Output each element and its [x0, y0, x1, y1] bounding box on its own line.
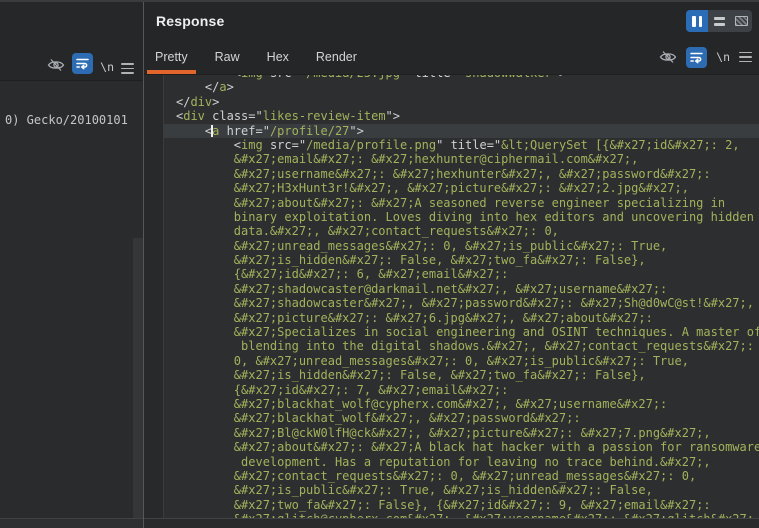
code-line[interactable]: &#x27;unread_messages&#x27;: 0, &#x27;is…	[144, 239, 759, 253]
code-line[interactable]: &#x27;glitch@cypherx.com&#x27;, &#x27;us…	[144, 512, 759, 518]
visibility-toggle-button[interactable]	[659, 48, 677, 66]
code-line[interactable]: development. Has a reputation for leavin…	[144, 455, 759, 469]
tab-raw[interactable]: Raw	[207, 40, 248, 74]
code-line[interactable]: &#x27;two_fa&#x27;: False}, {&#x27;id&#x…	[144, 498, 759, 512]
columns-layout-icon	[692, 16, 696, 27]
tabs-layout-icon	[735, 16, 748, 26]
code-line[interactable]: &#x27;blackhat_wolf@cypherx.com&#x27;, &…	[144, 397, 759, 411]
nonprintable-toggle-button[interactable]: \n	[716, 50, 730, 64]
response-code-lines: <img src="/media/25.jpg" title="shadowwa…	[144, 75, 759, 518]
word-wrap-icon	[689, 50, 704, 65]
code-line[interactable]: &#x27;is_hidden&#x27;: False, &#x27;two_…	[144, 368, 759, 382]
tab-render[interactable]: Render	[308, 40, 365, 74]
tab-pretty[interactable]: Pretty	[147, 40, 196, 74]
code-line[interactable]: &#x27;about&#x27;: &#x27;A seasoned reve…	[144, 196, 759, 210]
code-line[interactable]: &#x27;picture&#x27;: &#x27;6.jpg&#x27;, …	[144, 311, 759, 325]
code-line[interactable]: &#x27;shadowcaster&#x27;, &#x27;password…	[144, 296, 759, 310]
word-wrap-icon	[75, 56, 90, 71]
response-panel: Response Pretty Raw Hex Render	[144, 2, 759, 528]
eye-off-icon	[659, 48, 677, 66]
nonprintable-toggle-button[interactable]: \n	[100, 60, 114, 74]
code-line[interactable]: <a href="/profile/27">	[144, 124, 759, 138]
visibility-toggle-button[interactable]	[47, 56, 65, 74]
code-line[interactable]: <div class="likes-review-item">	[144, 109, 759, 123]
request-footer-strip	[0, 518, 143, 528]
editor-menu-button[interactable]	[121, 63, 134, 74]
code-line[interactable]: &#x27;username&#x27;: &#x27;hexhunter&#x…	[144, 167, 759, 181]
code-line[interactable]: data.&#x27;, &#x27;contact_requests&#x27…	[144, 224, 759, 238]
code-line[interactable]: blending into the digital shadows.&#x27;…	[144, 339, 759, 353]
code-line[interactable]: &#x27;H3xHunt3r!&#x27;, &#x27;picture&#x…	[144, 181, 759, 195]
code-line[interactable]: {&#x27;id&#x27;: 6, &#x27;email&#x27;:	[144, 267, 759, 281]
response-header: Response	[144, 2, 759, 40]
layout-rows-button[interactable]	[708, 10, 730, 32]
code-line[interactable]: &#x27;blackhat_wolf&#x27;, &#x27;passwor…	[144, 411, 759, 425]
request-toolbar: \n	[0, 2, 143, 81]
wrap-toggle-button[interactable]	[686, 47, 707, 68]
response-tab-bar: Pretty Raw Hex Render	[144, 40, 759, 75]
code-line[interactable]: &#x27;shadowcaster@darkmail.net&#x27;, &…	[144, 282, 759, 296]
rows-layout-icon	[714, 17, 725, 26]
layout-switcher	[686, 10, 752, 32]
layout-tabs-button[interactable]	[730, 10, 752, 32]
code-gutter	[144, 75, 164, 518]
request-code-editor[interactable]: 0) Gecko/20100101	[0, 81, 143, 518]
code-line[interactable]: 0, &#x27;unread_messages&#x27;: 0, &#x27…	[144, 354, 759, 368]
eye-off-icon	[47, 56, 65, 74]
code-line[interactable]: &#x27;is_public&#x27;: True, &#x27;is_hi…	[144, 483, 759, 497]
tab-hex[interactable]: Hex	[259, 40, 297, 74]
response-footer-strip	[144, 518, 759, 528]
code-line[interactable]: &#x27;contact_requests&#x27;: 0, &#x27;u…	[144, 469, 759, 483]
request-panel: \n 0) Gecko/20100101	[0, 2, 144, 528]
code-line[interactable]: </a>	[144, 80, 759, 94]
response-code-editor[interactable]: <img src="/media/25.jpg" title="shadowwa…	[144, 75, 759, 518]
request-code-line[interactable]: 0) Gecko/20100101	[5, 113, 128, 127]
code-line[interactable]: &#x27;Specializes in social engineering …	[144, 325, 759, 339]
burp-message-editor: \n 0) Gecko/20100101 Response	[0, 0, 759, 528]
response-title: Response	[156, 13, 225, 29]
code-line[interactable]: </div>	[144, 95, 759, 109]
code-line[interactable]: binary exploitation. Loves diving into h…	[144, 210, 759, 224]
request-scrollbar[interactable]	[133, 238, 143, 518]
code-line[interactable]: &#x27;about&#x27;: &#x27;A black hat hac…	[144, 440, 759, 454]
wrap-toggle-button[interactable]	[72, 53, 93, 74]
code-line[interactable]: <img src="/media/profile.png" title="&lt…	[144, 138, 759, 152]
editor-menu-button[interactable]	[739, 52, 752, 63]
code-line[interactable]: &#x27;email&#x27;: &#x27;hexhunter@ciphe…	[144, 152, 759, 166]
code-line[interactable]: &#x27;is_hidden&#x27;: False, &#x27;two_…	[144, 253, 759, 267]
layout-columns-button[interactable]	[686, 10, 708, 32]
code-line[interactable]: {&#x27;id&#x27;: 7, &#x27;email&#x27;:	[144, 383, 759, 397]
code-line[interactable]: &#x27;Bl@ckW0lfH@ck&#x27;, &#x27;picture…	[144, 426, 759, 440]
response-toolbar: \n	[659, 40, 759, 74]
